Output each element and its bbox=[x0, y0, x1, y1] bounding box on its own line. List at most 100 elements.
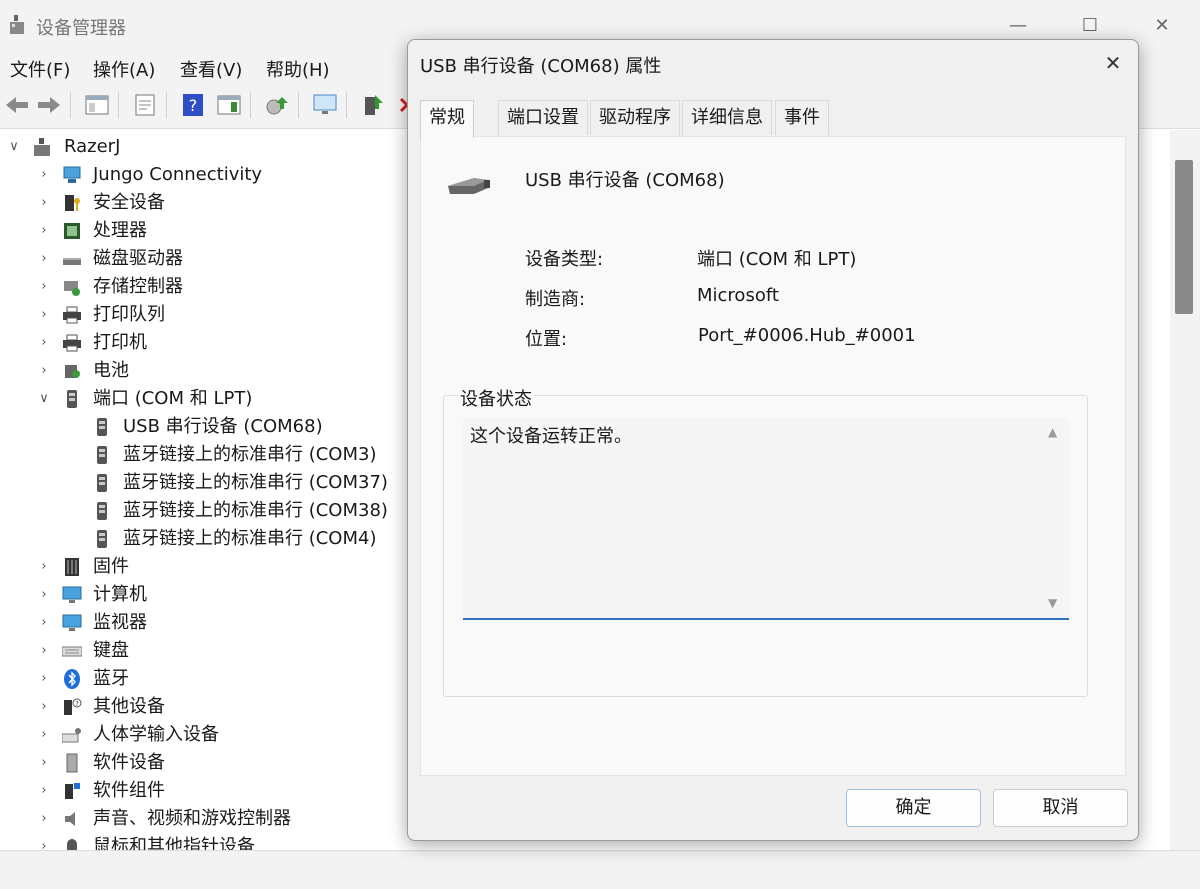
toolbar-separator bbox=[166, 92, 167, 118]
battery-icon bbox=[65, 365, 80, 378]
chevron-right-icon[interactable]: › bbox=[36, 307, 52, 323]
tree-node-software-devices[interactable]: › 软件设备 bbox=[0, 749, 410, 777]
tree-child-com37[interactable]: 蓝牙链接上的标准串行 (COM37) bbox=[0, 469, 410, 497]
tab-details[interactable]: 详细信息 bbox=[682, 100, 772, 135]
tree-root-label: RazerJ bbox=[64, 136, 121, 157]
chevron-right-icon[interactable]: › bbox=[36, 335, 52, 351]
tree-node-printers[interactable]: › 打印机 bbox=[0, 329, 410, 357]
device-type-value: 端口 (COM 和 LPT) bbox=[697, 249, 857, 270]
monitor-icon[interactable] bbox=[310, 90, 340, 120]
chevron-right-icon[interactable]: › bbox=[36, 671, 52, 687]
computer-icon bbox=[62, 586, 82, 603]
help-icon[interactable]: ? bbox=[178, 90, 208, 120]
scan-hardware-icon[interactable] bbox=[262, 90, 292, 120]
chevron-right-icon[interactable]: › bbox=[36, 559, 52, 575]
tree-child-com38[interactable]: 蓝牙链接上的标准串行 (COM38) bbox=[0, 497, 410, 525]
tree-node-security[interactable]: › 安全设备 bbox=[0, 189, 410, 217]
tree-node-label: 打印机 bbox=[93, 332, 147, 353]
menu-view[interactable]: 查看(V) bbox=[180, 56, 242, 82]
chevron-right-icon[interactable]: › bbox=[36, 643, 52, 659]
tree-node-label: Jungo Connectivity bbox=[93, 164, 263, 185]
chevron-right-icon[interactable]: › bbox=[36, 783, 52, 799]
svg-text:?: ? bbox=[189, 96, 198, 115]
chevron-right-icon[interactable]: › bbox=[36, 363, 52, 379]
action-pane-icon[interactable] bbox=[214, 90, 244, 120]
tree-node-label: 其他设备 bbox=[93, 696, 165, 717]
chevron-right-icon[interactable]: › bbox=[36, 615, 52, 631]
dialog-close-button[interactable]: ✕ bbox=[1098, 48, 1128, 78]
properties-icon[interactable] bbox=[130, 90, 160, 120]
maximize-button[interactable]: ☐ bbox=[1068, 8, 1112, 42]
tab-driver[interactable]: 驱动程序 bbox=[590, 100, 680, 135]
chevron-right-icon[interactable]: › bbox=[36, 755, 52, 771]
software-component-icon bbox=[65, 783, 80, 799]
serial-device-icon bbox=[448, 178, 490, 194]
console-tree-icon[interactable] bbox=[82, 90, 112, 120]
update-driver-icon[interactable] bbox=[358, 90, 388, 120]
menu-file[interactable]: 文件(F) bbox=[10, 56, 70, 82]
chevron-right-icon[interactable]: › bbox=[36, 167, 52, 183]
svg-text:?: ? bbox=[75, 700, 79, 708]
tree-node-sound[interactable]: › 声音、视频和游戏控制器 bbox=[0, 805, 410, 833]
tree-node-processor[interactable]: › 处理器 bbox=[0, 217, 410, 245]
tree-node-hid[interactable]: › 人体学输入设备 bbox=[0, 721, 410, 749]
chevron-right-icon[interactable]: › bbox=[36, 223, 52, 239]
device-status-textbox[interactable] bbox=[463, 418, 1069, 620]
device-tree[interactable]: ∨ RazerJ › Jungo Connectivity › 安全设备 › 处… bbox=[0, 130, 410, 850]
tree-node-mouse[interactable]: › 鼠标和其他指针设备 bbox=[0, 833, 410, 850]
chevron-right-icon[interactable]: › bbox=[36, 251, 52, 267]
port-icon bbox=[97, 418, 107, 436]
tree-node-bluetooth[interactable]: › 蓝牙 bbox=[0, 665, 410, 693]
chevron-down-icon[interactable]: ∨ bbox=[36, 391, 52, 407]
tree-node-label: 鼠标和其他指针设备 bbox=[93, 836, 255, 850]
keyboard-icon bbox=[62, 646, 82, 657]
tree-node-storage[interactable]: › 存储控制器 bbox=[0, 273, 410, 301]
ok-button[interactable]: 确定 bbox=[846, 789, 981, 827]
chevron-right-icon[interactable]: › bbox=[36, 811, 52, 827]
chevron-right-icon[interactable]: › bbox=[36, 699, 52, 715]
tab-events[interactable]: 事件 bbox=[775, 100, 829, 135]
minimize-button[interactable]: — bbox=[996, 8, 1040, 42]
scroll-up-icon[interactable]: ▲ bbox=[1048, 425, 1057, 439]
menu-help[interactable]: 帮助(H) bbox=[266, 56, 330, 82]
tree-node-jungo[interactable]: › Jungo Connectivity bbox=[0, 161, 410, 189]
tree-child-com4[interactable]: 蓝牙链接上的标准串行 (COM4) bbox=[0, 525, 410, 553]
chevron-right-icon[interactable]: › bbox=[36, 587, 52, 603]
tree-node-label: 电池 bbox=[93, 360, 129, 381]
tree-node-label: 人体学输入设备 bbox=[93, 724, 219, 745]
tree-node-ports[interactable]: ∨ 端口 (COM 和 LPT) bbox=[0, 385, 410, 413]
tree-node-keyboard[interactable]: › 键盘 bbox=[0, 637, 410, 665]
scroll-down-icon[interactable]: ▼ bbox=[1048, 596, 1057, 610]
close-button[interactable]: ✕ bbox=[1140, 8, 1184, 42]
forward-icon[interactable] bbox=[34, 90, 64, 120]
menu-action[interactable]: 操作(A) bbox=[93, 56, 155, 82]
tab-general[interactable]: 常规 bbox=[420, 100, 474, 138]
tree-node-label: 蓝牙 bbox=[93, 668, 129, 689]
port-icon bbox=[97, 502, 107, 520]
cancel-button[interactable]: 取消 bbox=[993, 789, 1128, 827]
tree-child-com68[interactable]: USB 串行设备 (COM68) bbox=[0, 413, 410, 441]
tree-node-computer[interactable]: › 计算机 bbox=[0, 581, 410, 609]
tab-port-settings[interactable]: 端口设置 bbox=[498, 100, 588, 135]
tree-node-firmware[interactable]: › 固件 bbox=[0, 553, 410, 581]
tree-child-com3[interactable]: 蓝牙链接上的标准串行 (COM3) bbox=[0, 441, 410, 469]
chevron-right-icon[interactable]: › bbox=[36, 839, 52, 850]
tree-node-print-queue[interactable]: › 打印队列 bbox=[0, 301, 410, 329]
chevron-right-icon[interactable]: › bbox=[36, 195, 52, 211]
tree-node-label: 处理器 bbox=[93, 220, 147, 241]
tree-node-label: 打印队列 bbox=[93, 304, 165, 325]
cpu-icon bbox=[64, 223, 80, 239]
tree-node-label: 软件设备 bbox=[93, 752, 165, 773]
tree-node-disk[interactable]: › 磁盘驱动器 bbox=[0, 245, 410, 273]
printer-icon bbox=[63, 306, 81, 324]
scrollbar-thumb[interactable] bbox=[1175, 160, 1193, 314]
tree-node-battery[interactable]: › 电池 bbox=[0, 357, 410, 385]
chevron-right-icon[interactable]: › bbox=[36, 279, 52, 295]
chevron-right-icon[interactable]: › bbox=[36, 727, 52, 743]
back-icon[interactable] bbox=[2, 90, 32, 120]
chevron-down-icon[interactable]: ∨ bbox=[6, 139, 22, 155]
tree-node-software-components[interactable]: › 软件组件 bbox=[0, 777, 410, 805]
tree-node-monitor[interactable]: › 监视器 bbox=[0, 609, 410, 637]
tree-root[interactable]: ∨ RazerJ bbox=[0, 133, 410, 161]
tree-node-other[interactable]: › ? 其他设备 bbox=[0, 693, 410, 721]
